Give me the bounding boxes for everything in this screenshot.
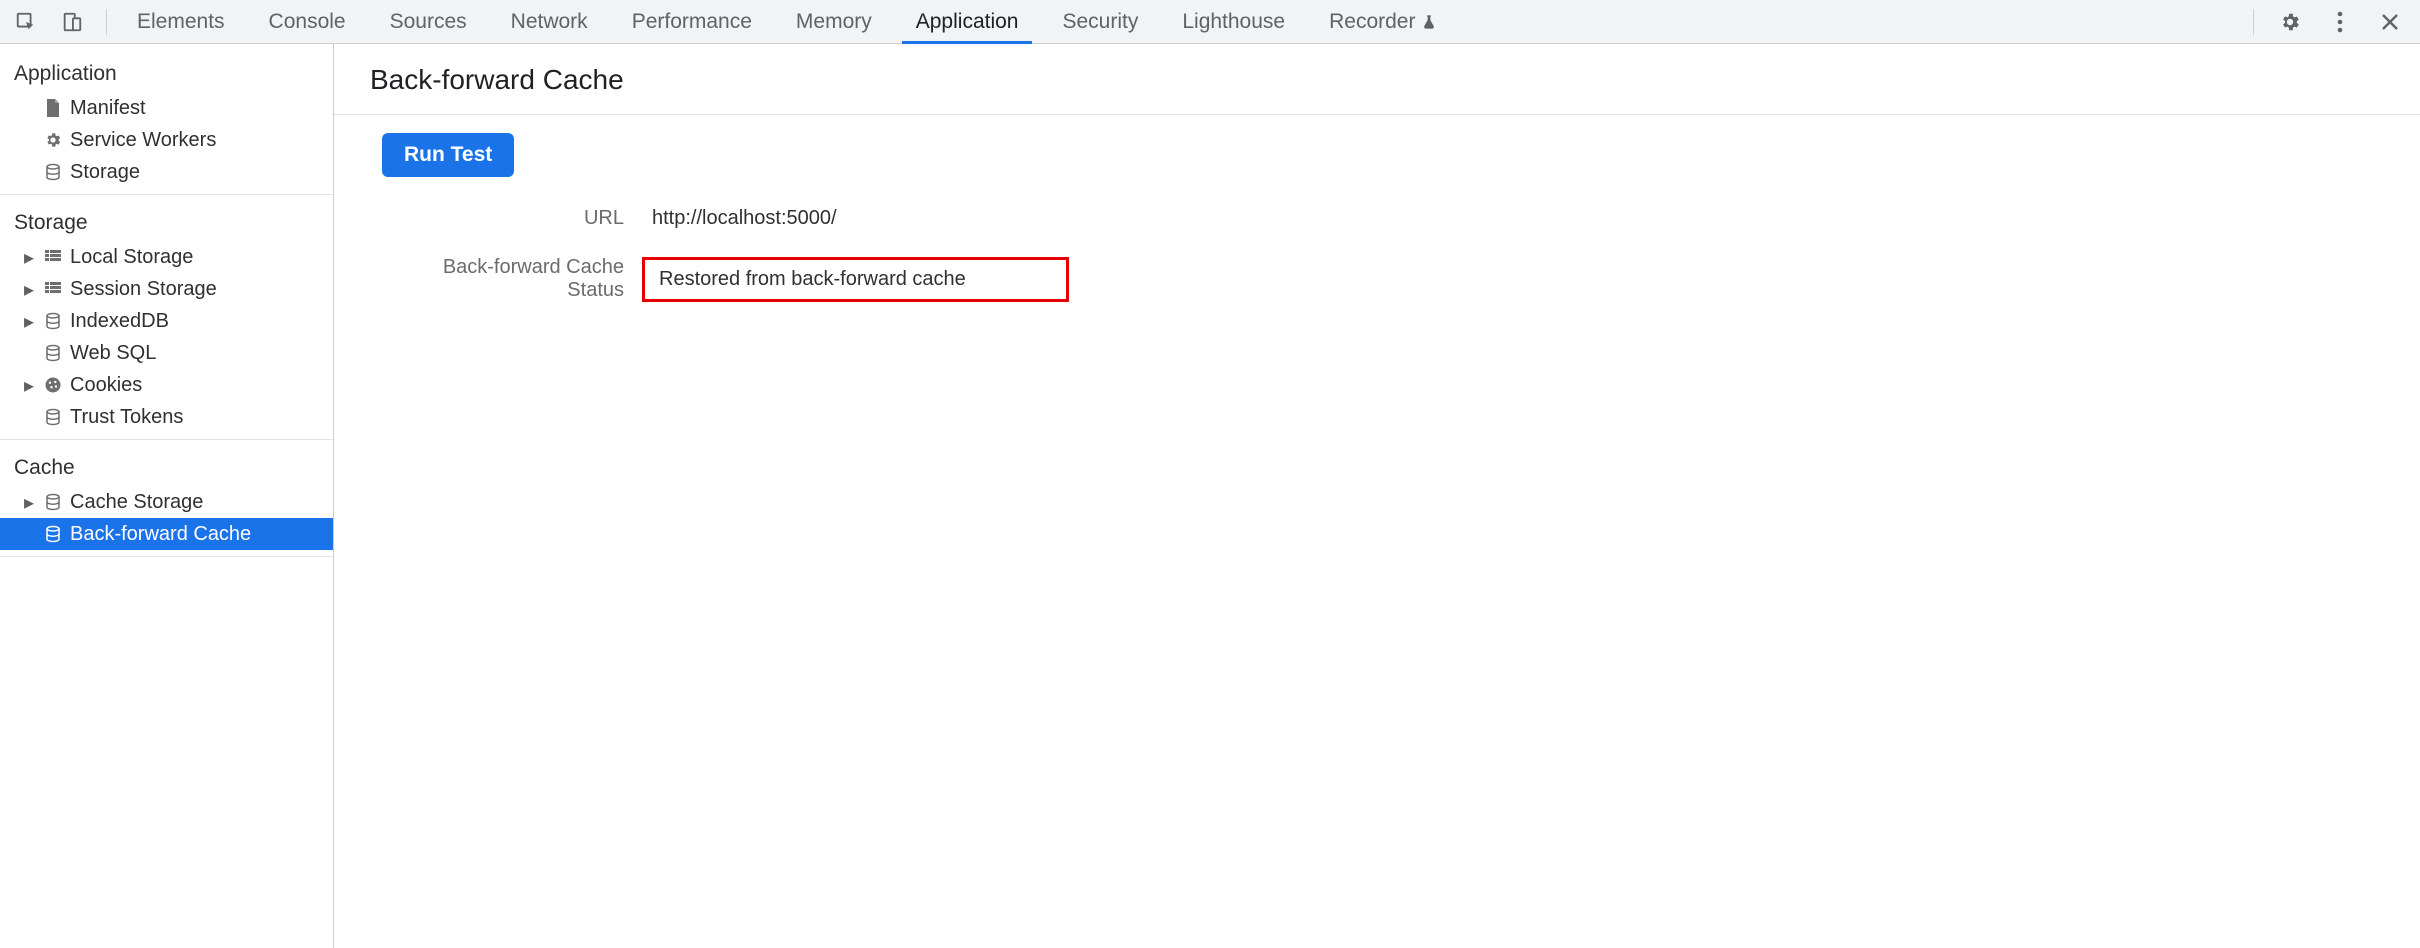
sidebar-item-manifest[interactable]: Manifest [0, 92, 333, 124]
chevron-right-icon: ▸ [22, 490, 36, 515]
kv-value-url: http://localhost:5000/ [642, 203, 847, 234]
kv-value-bfcache-status: Restored from back-forward cache [642, 257, 1069, 302]
sidebar-item-label: Cookies [70, 374, 142, 397]
section-title-cache: Cache [0, 448, 333, 486]
more-icon[interactable] [2320, 2, 2360, 42]
sidebar-item-label: Web SQL [70, 342, 156, 365]
kv-table: URL http://localhost:5000/ Back-forward … [382, 203, 2420, 302]
sidebar-item-label: Service Workers [70, 129, 216, 152]
sidebar-item-label: Cache Storage [70, 491, 203, 514]
tab-performance[interactable]: Performance [610, 0, 774, 43]
tab-label: Performance [632, 10, 752, 34]
sidebar-item-label: Session Storage [70, 278, 217, 301]
tab-label: Console [269, 10, 346, 34]
tab-elements[interactable]: Elements [115, 0, 247, 43]
topbar-divider [106, 9, 107, 35]
tab-label: Lighthouse [1182, 10, 1285, 34]
chevron-right-icon: ▸ [22, 373, 36, 398]
database-icon [42, 344, 64, 362]
section-divider [0, 194, 333, 195]
gear-icon [42, 131, 64, 149]
grid-icon [42, 282, 64, 296]
sidebar-item-label: Manifest [70, 97, 146, 120]
sidebar-item-service-workers[interactable]: Service Workers [0, 124, 333, 156]
sidebar-item-cookies[interactable]: ▸ Cookies [0, 369, 333, 401]
section-divider [0, 439, 333, 440]
sidebar-item-trust-tokens[interactable]: Trust Tokens [0, 401, 333, 433]
tab-label: Memory [796, 10, 872, 34]
flask-icon [1421, 13, 1437, 31]
inspect-element-icon[interactable] [6, 2, 46, 42]
page-title: Back-forward Cache [334, 44, 2420, 115]
sidebar-item-label: IndexedDB [70, 310, 169, 333]
tab-label: Recorder [1329, 10, 1415, 34]
tab-network[interactable]: Network [489, 0, 610, 43]
section-title-storage: Storage [0, 203, 333, 241]
sidebar-item-label: Storage [70, 161, 140, 184]
devtools-topbar: Elements Console Sources Network Perform… [0, 0, 2420, 44]
file-icon [42, 99, 64, 117]
section-title-application: Application [0, 54, 333, 92]
topbar-right [2247, 2, 2410, 42]
sidebar-item-storage[interactable]: Storage [0, 156, 333, 188]
close-icon[interactable] [2370, 2, 2410, 42]
kv-label: Back-forward Cache Status [382, 256, 642, 302]
database-icon [42, 525, 64, 543]
content-body: Run Test URL http://localhost:5000/ Back… [334, 115, 2420, 302]
tab-console[interactable]: Console [247, 0, 368, 43]
device-toolbar-icon[interactable] [52, 2, 92, 42]
grid-icon [42, 250, 64, 264]
chevron-right-icon: ▸ [22, 245, 36, 270]
chevron-right-icon: ▸ [22, 277, 36, 302]
sidebar-item-label: Trust Tokens [70, 406, 183, 429]
kv-label: URL [382, 207, 642, 230]
tab-label: Sources [390, 10, 467, 34]
database-icon [42, 312, 64, 330]
content-pane: Back-forward Cache Run Test URL http://l… [334, 44, 2420, 948]
cookie-icon [42, 376, 64, 394]
sidebar-item-indexeddb[interactable]: ▸ IndexedDB [0, 305, 333, 337]
tab-lighthouse[interactable]: Lighthouse [1160, 0, 1307, 43]
topbar-divider [2253, 9, 2254, 35]
tab-security[interactable]: Security [1040, 0, 1160, 43]
chevron-right-icon: ▸ [22, 309, 36, 334]
sidebar-item-label: Back-forward Cache [70, 523, 251, 546]
settings-icon[interactable] [2270, 2, 2310, 42]
tab-label: Security [1062, 10, 1138, 34]
sidebar-item-local-storage[interactable]: ▸ Local Storage [0, 241, 333, 273]
main-split: Application Manifest Service Workers Sto… [0, 44, 2420, 948]
sidebar-item-session-storage[interactable]: ▸ Session Storage [0, 273, 333, 305]
topbar-left [6, 2, 102, 42]
tab-application[interactable]: Application [894, 0, 1041, 43]
database-icon [42, 408, 64, 426]
application-sidebar: Application Manifest Service Workers Sto… [0, 44, 334, 948]
tab-label: Elements [137, 10, 225, 34]
section-divider [0, 556, 333, 557]
tab-recorder[interactable]: Recorder [1307, 0, 1459, 43]
database-icon [42, 163, 64, 181]
sidebar-item-label: Local Storage [70, 246, 193, 269]
tab-label: Application [916, 10, 1019, 34]
tab-label: Network [511, 10, 588, 34]
sidebar-item-cache-storage[interactable]: ▸ Cache Storage [0, 486, 333, 518]
tab-memory[interactable]: Memory [774, 0, 894, 43]
sidebar-item-web-sql[interactable]: Web SQL [0, 337, 333, 369]
kv-row-url: URL http://localhost:5000/ [382, 203, 2420, 234]
sidebar-item-back-forward-cache[interactable]: Back-forward Cache [0, 518, 333, 550]
tab-sources[interactable]: Sources [368, 0, 489, 43]
kv-row-bfcache-status: Back-forward Cache Status Restored from … [382, 256, 2420, 302]
run-test-button[interactable]: Run Test [382, 133, 514, 177]
database-icon [42, 493, 64, 511]
devtools-tabs: Elements Console Sources Network Perform… [115, 0, 1459, 43]
